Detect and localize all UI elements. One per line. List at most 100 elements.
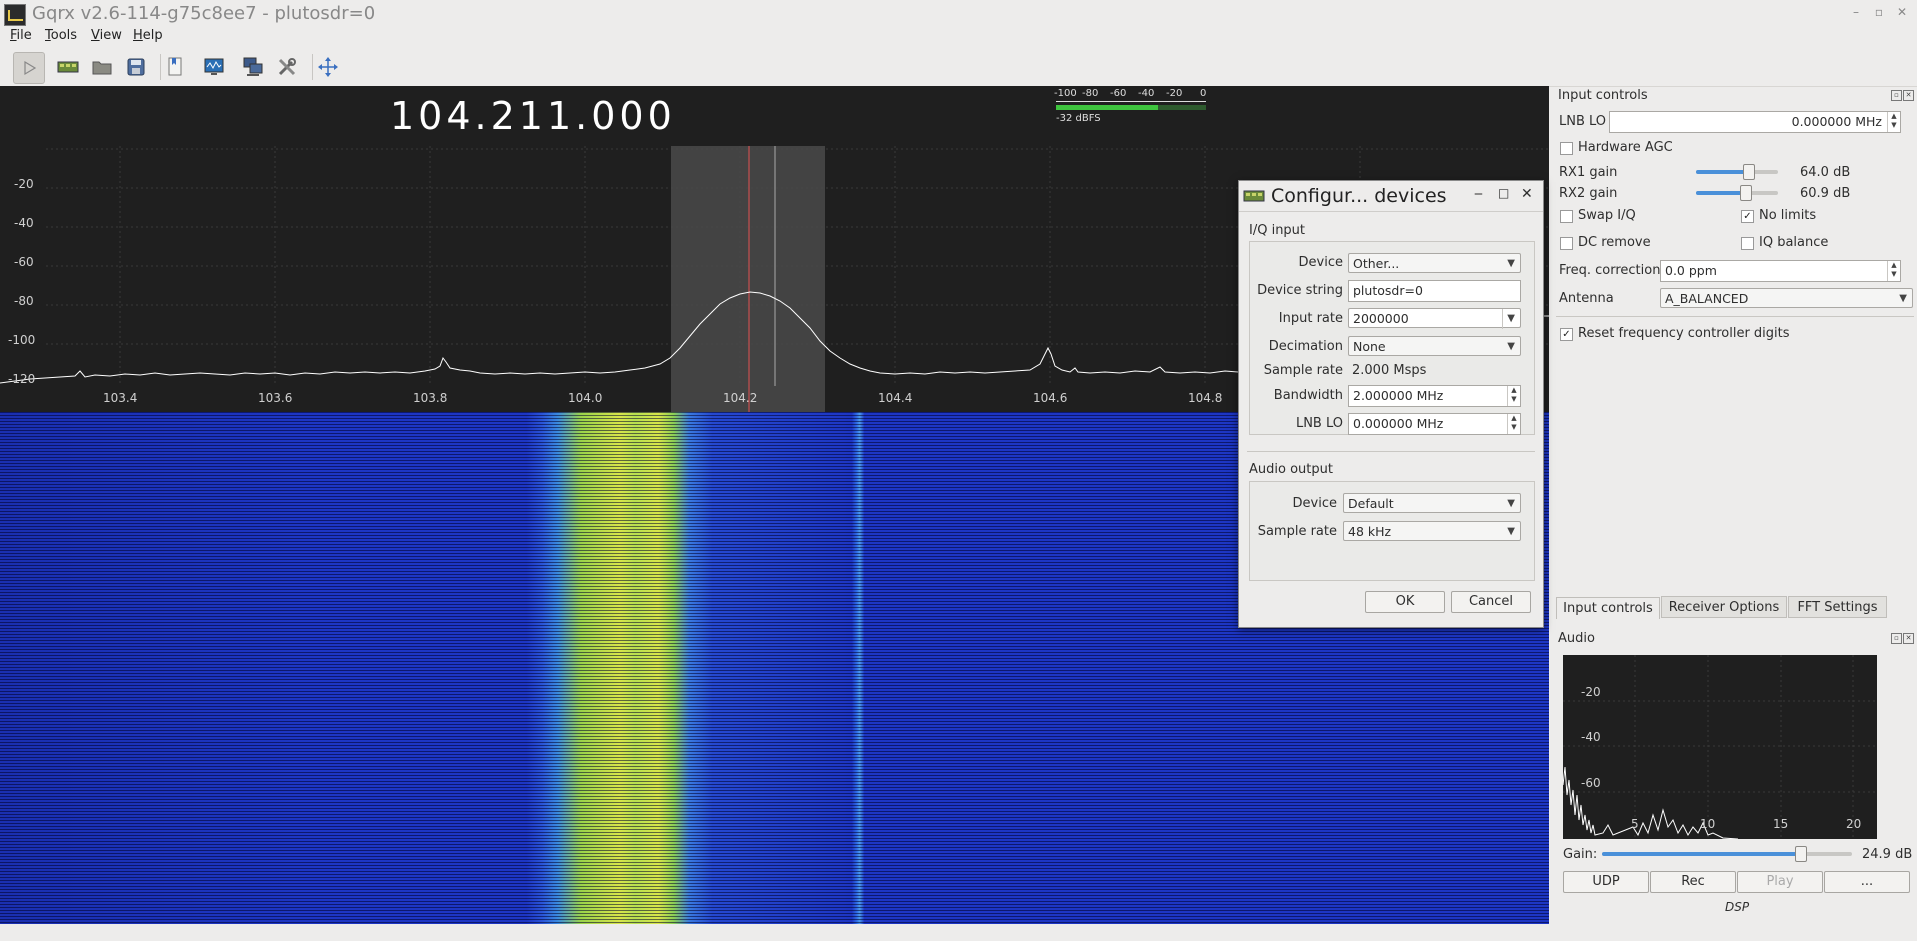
rec-button[interactable]: Rec	[1650, 871, 1736, 893]
meter-scale: -80	[1082, 88, 1099, 99]
tab-fft-settings[interactable]: FFT Settings	[1788, 596, 1887, 618]
more-audio-options-button[interactable]: ...	[1824, 871, 1910, 893]
iq-balance-label: IQ balance	[1759, 235, 1829, 250]
spin-arrows-icon[interactable]: ▲ ▼	[1507, 414, 1520, 434]
freq-correction-spinbox[interactable]: 0.0 ppm ▲ ▼	[1660, 260, 1901, 282]
device-label: Device	[1298, 255, 1343, 270]
audio-rate-combo[interactable]: 48 kHz ▼	[1343, 521, 1521, 541]
device-config-button[interactable]	[53, 52, 83, 82]
iq-balance-checkbox[interactable]	[1741, 237, 1754, 250]
play-audio-button[interactable]: Play	[1737, 871, 1823, 893]
spin-arrows-icon[interactable]: ▲ ▼	[1887, 261, 1900, 281]
tools-icon	[278, 58, 296, 76]
remote-control-button[interactable]	[199, 52, 229, 82]
meter-scale: -60	[1110, 88, 1127, 99]
audio-y-tick: -20	[1581, 685, 1601, 699]
slider-handle[interactable]	[1742, 164, 1755, 180]
menu-help[interactable]: Help	[133, 28, 163, 43]
dsp-label: DSP	[1725, 900, 1750, 914]
filter-passband[interactable]	[671, 146, 825, 412]
y-tick: -20	[14, 177, 34, 191]
dock-float-button[interactable]: ▫	[1891, 633, 1902, 644]
play-button[interactable]	[13, 52, 45, 84]
bookmark-button[interactable]	[160, 52, 190, 82]
audio-gain-slider[interactable]	[1602, 846, 1852, 862]
dialog-close-button[interactable]: ✕	[1521, 186, 1533, 202]
slider-handle[interactable]	[1794, 846, 1807, 862]
open-button[interactable]	[87, 52, 117, 82]
decimation-label: Decimation	[1268, 339, 1343, 354]
audio-y-tick: -60	[1581, 776, 1601, 790]
network-button[interactable]	[238, 52, 268, 82]
menu-view[interactable]: View	[91, 28, 122, 43]
menubar	[0, 28, 1917, 48]
slider-handle[interactable]	[1740, 185, 1753, 201]
sample-rate-label: Sample rate	[1263, 363, 1343, 378]
dock-close-button[interactable]: ✕	[1903, 633, 1914, 644]
bandwidth-spinbox[interactable]: 2.000000 MHz ▲ ▼	[1348, 385, 1521, 407]
swap-iq-checkbox[interactable]	[1560, 210, 1573, 223]
dialog-minimize-button[interactable]: ‒	[1474, 186, 1483, 202]
device-combo-value: Other...	[1353, 256, 1400, 271]
device-string-field[interactable]: plutosdr=0	[1348, 280, 1521, 302]
bandwidth-label: Bandwidth	[1273, 388, 1343, 403]
hardware-agc-checkbox[interactable]	[1560, 142, 1573, 155]
rx1-gain-label: RX1 gain	[1559, 165, 1618, 180]
cancel-button[interactable]: Cancel	[1451, 591, 1531, 613]
y-tick: -100	[8, 333, 36, 347]
iq-input-group-label: I/Q input	[1249, 223, 1306, 238]
dialog-title: Configur... devices	[1271, 185, 1447, 207]
dialog-separator	[1247, 451, 1535, 452]
tab-input-controls[interactable]: Input controls	[1556, 597, 1660, 619]
spin-arrows-icon[interactable]: ▲ ▼	[1507, 386, 1520, 406]
device-combo[interactable]: Other... ▼	[1348, 253, 1521, 273]
chevron-down-icon: ▼	[1899, 293, 1907, 304]
panel-separator	[1556, 316, 1914, 317]
lnb-lo-spinbox[interactable]: 0.000000 MHz ▲ ▼	[1348, 413, 1521, 435]
x-tick: 104.8	[1188, 391, 1223, 405]
x-tick: 104.6	[1033, 391, 1068, 405]
audio-rate-label: Sample rate	[1257, 524, 1337, 539]
ok-button[interactable]: OK	[1365, 591, 1445, 613]
dc-remove-checkbox[interactable]	[1560, 237, 1573, 250]
audio-fft-plot: -20 -40 -60 5 10 15 20	[1563, 655, 1877, 839]
audio-output-group-label: Audio output	[1249, 462, 1333, 477]
input-rate-combo[interactable]: 2000000 ▼	[1348, 308, 1521, 329]
decimation-combo[interactable]: None ▼	[1348, 336, 1521, 356]
meter-scale: 0	[1200, 88, 1207, 99]
meter-axis	[1056, 101, 1206, 102]
network-icon	[243, 57, 263, 76]
spin-arrows-icon[interactable]: ▲ ▼	[1887, 112, 1900, 132]
freq-correction-value: 0.0 ppm	[1665, 263, 1717, 278]
menu-tools[interactable]: Tools	[45, 28, 77, 43]
dock-float-button[interactable]: ▫	[1891, 90, 1902, 101]
hardware-icon	[1243, 190, 1265, 202]
settings-button[interactable]	[272, 52, 302, 82]
save-button[interactable]	[121, 52, 151, 82]
input-rate-value: 2000000	[1353, 311, 1409, 326]
maximize-button[interactable]: ▫	[1871, 5, 1887, 19]
folder-icon	[92, 61, 112, 75]
rx2-gain-slider[interactable]	[1696, 185, 1778, 201]
meter-bar-fill	[1056, 105, 1158, 110]
reset-digits-checkbox[interactable]: ✓	[1560, 328, 1573, 341]
close-button[interactable]: ✕	[1894, 5, 1910, 19]
full-screen-button[interactable]	[313, 52, 343, 82]
rx1-gain-slider[interactable]	[1696, 164, 1778, 180]
dialog-maximize-button[interactable]: □	[1498, 186, 1509, 200]
x-tick: 103.8	[413, 391, 448, 405]
gain-label: Gain:	[1563, 847, 1598, 862]
tab-receiver-options[interactable]: Receiver Options	[1661, 596, 1787, 618]
configure-devices-dialog: Configur... devices ‒ □ ✕ I/Q input Devi…	[1238, 180, 1544, 628]
antenna-combo[interactable]: A_BALANCED ▼	[1660, 288, 1913, 308]
minimize-button[interactable]: –	[1848, 5, 1864, 19]
lnb-lo-spinbox[interactable]: 0.000000 MHz ▲ ▼	[1609, 111, 1901, 133]
freq-correction-label: Freq. correction	[1559, 263, 1661, 278]
audio-grid-lines	[1563, 655, 1877, 839]
y-tick: -60	[14, 255, 34, 269]
no-limits-checkbox[interactable]: ✓	[1741, 210, 1754, 223]
audio-device-combo[interactable]: Default ▼	[1343, 493, 1521, 513]
dock-close-button[interactable]: ✕	[1903, 90, 1914, 101]
menu-file[interactable]: File	[10, 28, 32, 43]
udp-button[interactable]: UDP	[1563, 871, 1649, 893]
